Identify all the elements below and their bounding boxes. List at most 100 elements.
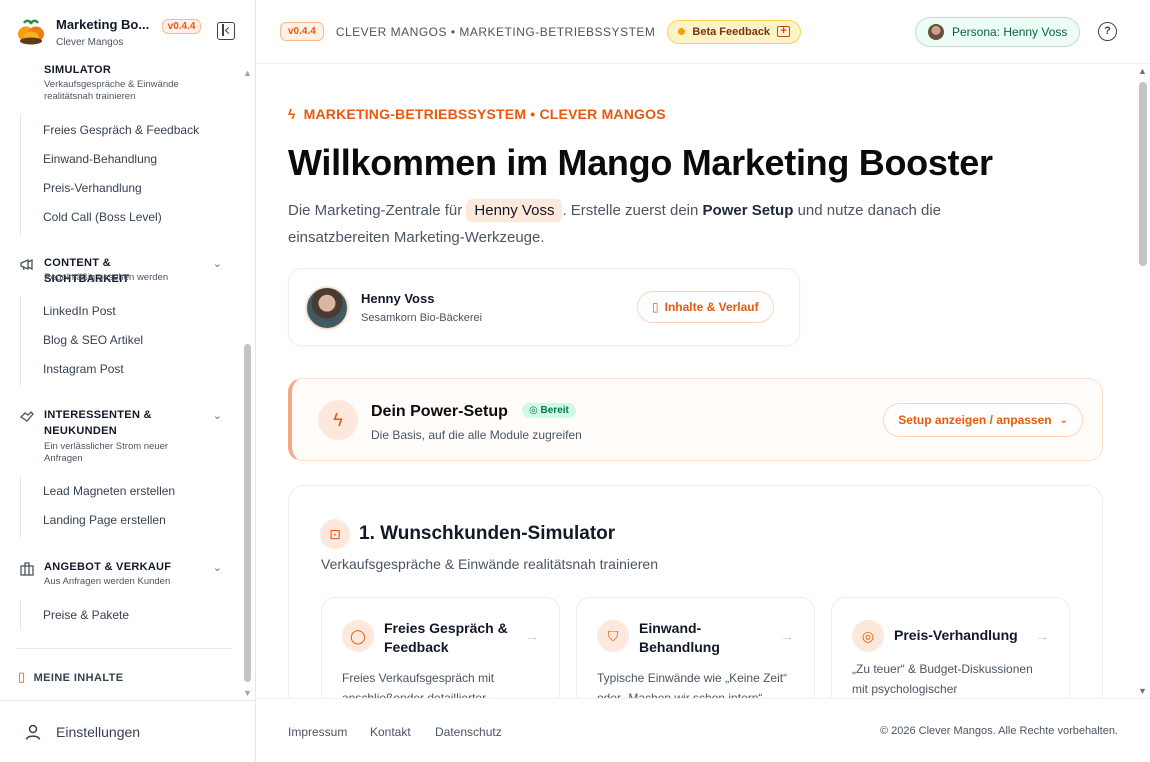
coins-icon: ◎ bbox=[852, 620, 884, 652]
chevron-down-icon: ⌄ bbox=[1059, 414, 1068, 426]
footer-link-kontakt[interactable]: Kontakt bbox=[370, 725, 411, 739]
leads-items: Lead Magneten erstellen Landing Page ers… bbox=[20, 476, 220, 538]
content-history-label: Inhalte & Verlauf bbox=[664, 300, 759, 314]
top-brand-text: CLEVER MANGOS • MARKETING-BETRIEBSSYSTEM bbox=[335, 24, 656, 39]
persona-button[interactable]: Persona: Henny Voss bbox=[915, 17, 1081, 47]
chat-bubble-icon: ◯ bbox=[342, 620, 374, 652]
setup-toggle-button[interactable]: Setup anzeigen / anpassen ⌄ bbox=[883, 403, 1083, 437]
chevron-down-icon: ⌄ bbox=[212, 410, 222, 422]
sidebar-scrollbar[interactable]: ▲ ▼ bbox=[241, 64, 255, 700]
top-version-badge: v0.4.4 bbox=[280, 22, 324, 41]
group-leads[interactable]: INTERESSENTEN & NEUKUNDEN ⌄ Ein verlässl… bbox=[18, 408, 228, 468]
my-content-label: MEINE INHALTE bbox=[33, 672, 124, 684]
footer-link-impressum[interactable]: Impressum bbox=[288, 725, 347, 739]
main-scrollbar[interactable]: ▲ ▼ bbox=[1136, 64, 1150, 698]
scroll-down-icon[interactable]: ▼ bbox=[243, 688, 252, 698]
card-preis[interactable]: ◎ Preis-Verhandlung → „Zu teuer“ & Budge… bbox=[831, 597, 1070, 698]
shop-icon bbox=[18, 561, 36, 579]
simulator-subtitle: Verkaufsgespräche & Einwände realitätsna… bbox=[321, 556, 658, 572]
app-subtitle: Clever Mangos bbox=[56, 37, 124, 48]
arrow-right-icon: → bbox=[1035, 628, 1049, 644]
eyebrow-text: MARKETING-BETRIEBSSYSTEM • CLEVER MANGOS bbox=[303, 106, 666, 122]
beta-feedback-button[interactable]: Beta Feedback + bbox=[667, 19, 802, 44]
card-desc: Freies Verkaufsgespräch mit anschließend… bbox=[342, 671, 495, 698]
main-scroll-thumb[interactable] bbox=[1139, 82, 1147, 266]
sidebar-item-einwand[interactable]: Einwand-Behandlung bbox=[43, 152, 157, 166]
handshake-icon bbox=[18, 409, 36, 427]
card-desc: Typische Einwände wie „Keine Zeit“ oder … bbox=[597, 671, 788, 698]
power-setup-subtitle: Die Basis, auf die alle Module zugreifen bbox=[371, 428, 582, 442]
sidebar-item-landing-page[interactable]: Landing Page erstellen bbox=[43, 513, 166, 527]
sidebar-scroll-thumb[interactable] bbox=[244, 344, 251, 682]
group-simulator-desc: Verkaufsgespräche & Einwände realitätsna… bbox=[44, 79, 179, 102]
settings-link[interactable]: Einstellungen bbox=[0, 700, 255, 762]
lightning-icon: ϟ bbox=[318, 400, 358, 440]
sidebar-item-freies-gespraech[interactable]: Freies Gespräch & Feedback bbox=[43, 123, 199, 137]
sidebar-item-linkedin[interactable]: LinkedIn Post bbox=[43, 304, 116, 318]
content-history-button[interactable]: ▯ Inhalte & Verlauf bbox=[637, 291, 774, 323]
simulator-items: Freies Gespräch & Feedback Einwand-Behan… bbox=[20, 114, 220, 236]
profile-name: Henny Voss bbox=[361, 291, 435, 306]
help-icon[interactable]: ? bbox=[1098, 22, 1117, 41]
status-dot-icon bbox=[678, 28, 686, 35]
book-icon: ▯ bbox=[652, 300, 659, 314]
sidebar-nav: SIMULATOR Verkaufsgespräche & Einwände r… bbox=[0, 64, 240, 700]
my-content-link[interactable]: ▯ MEINE INHALTE bbox=[18, 669, 124, 685]
chevron-down-icon: ⌄ bbox=[212, 258, 222, 270]
group-content[interactable]: CONTENT & SICHTBARKEIT ⌄ Regelmäßig gese… bbox=[18, 256, 228, 292]
power-setup-title: Dein Power-Setup bbox=[371, 403, 508, 420]
user-icon bbox=[25, 724, 41, 740]
sidebar-item-lead-magnet[interactable]: Lead Magneten erstellen bbox=[43, 484, 175, 498]
scroll-up-icon[interactable]: ▲ bbox=[1138, 66, 1147, 76]
card-freies-gespraech[interactable]: ◯ Freies Gespräch & Feedback → Freies Ve… bbox=[321, 597, 560, 698]
arrow-right-icon: → bbox=[780, 628, 794, 644]
chevron-down-icon: ⌄ bbox=[212, 562, 222, 574]
eyebrow: ϟ MARKETING-BETRIEBSSYSTEM • CLEVER MANGO… bbox=[288, 106, 666, 122]
sidebar-item-cold-call[interactable]: Cold Call (Boss Level) bbox=[43, 210, 162, 224]
lead-part-1: Die Marketing-Zentrale für bbox=[288, 202, 463, 219]
top-bar: v0.4.4 CLEVER MANGOS • MARKETING-BETRIEB… bbox=[256, 0, 1150, 64]
content-items: LinkedIn Post Blog & SEO Artikel Instagr… bbox=[20, 296, 220, 386]
scroll-down-icon[interactable]: ▼ bbox=[1138, 686, 1147, 696]
lead-text: Die Marketing-Zentrale für Henny Voss. E… bbox=[288, 197, 978, 251]
group-leads-title: INTERESSENTEN & NEUKUNDEN bbox=[44, 409, 152, 437]
app-brand: Marketing Bo... v0.4.4 Clever Mangos bbox=[56, 16, 202, 48]
version-badge: v0.4.4 bbox=[161, 19, 202, 34]
card-einwand[interactable]: ⛉ Einwand-Behandlung → Typische Einwände… bbox=[576, 597, 815, 698]
lead-bold: Power Setup bbox=[702, 202, 794, 219]
group-content-desc: Regelmäßig gesehen werden bbox=[44, 272, 169, 283]
status-badge: ◎ Bereit bbox=[522, 403, 576, 418]
footer-link-datenschutz[interactable]: Datenschutz bbox=[435, 725, 502, 739]
lightning-icon: ϟ bbox=[288, 106, 296, 122]
group-offer-desc: Aus Anfragen werden Kunden bbox=[44, 576, 171, 587]
collapse-sidebar-icon[interactable] bbox=[217, 22, 235, 40]
group-offer[interactable]: ANGEBOT & VERKAUF ⌄ Aus Anfragen werden … bbox=[18, 560, 228, 590]
persona-avatar bbox=[928, 24, 944, 40]
sidebar-item-preise-pakete[interactable]: Preise & Pakete bbox=[43, 608, 129, 622]
sidebar-divider bbox=[16, 648, 232, 649]
main-content: ϟ MARKETING-BETRIEBSSYSTEM • CLEVER MANGO… bbox=[256, 64, 1136, 698]
shield-icon: ⛉ bbox=[597, 620, 629, 652]
megaphone-icon bbox=[18, 257, 36, 275]
avatar bbox=[305, 286, 349, 330]
footer: Impressum Kontakt Datenschutz © 2026 Cle… bbox=[256, 698, 1150, 762]
card-title: Preis-Verhandlung bbox=[894, 627, 1018, 643]
sidebar-header: Marketing Bo... v0.4.4 Clever Mangos bbox=[0, 0, 255, 64]
sidebar-item-instagram[interactable]: Instagram Post bbox=[43, 362, 124, 376]
card-title: Einwand-Behandlung bbox=[639, 620, 720, 655]
feedback-icon: + bbox=[777, 26, 791, 37]
sidebar-item-preis[interactable]: Preis-Verhandlung bbox=[43, 181, 142, 195]
profile-company: Sesamkorn Bio-Bäckerei bbox=[361, 312, 483, 324]
persona-label: Persona: Henny Voss bbox=[952, 25, 1068, 39]
setup-toggle-label: Setup anzeigen / anpassen bbox=[898, 413, 1052, 427]
sidebar: Marketing Bo... v0.4.4 Clever Mangos SIM… bbox=[0, 0, 256, 762]
mango-logo-icon bbox=[18, 19, 44, 45]
book-icon: ▯ bbox=[18, 669, 26, 684]
group-simulator-title[interactable]: SIMULATOR bbox=[44, 64, 111, 76]
power-setup-card: ϟ Dein Power-Setup ◎ Bereit Die Basis, a… bbox=[288, 378, 1103, 461]
app-title: Marketing Bo... bbox=[56, 17, 150, 32]
sidebar-item-blog[interactable]: Blog & SEO Artikel bbox=[43, 333, 143, 347]
scroll-up-icon[interactable]: ▲ bbox=[243, 68, 252, 78]
group-leads-desc: Ein verlässlicher Strom neuer Anfragen bbox=[44, 441, 169, 464]
simulator-title: 1. Wunschkunden-Simulator bbox=[359, 523, 616, 544]
